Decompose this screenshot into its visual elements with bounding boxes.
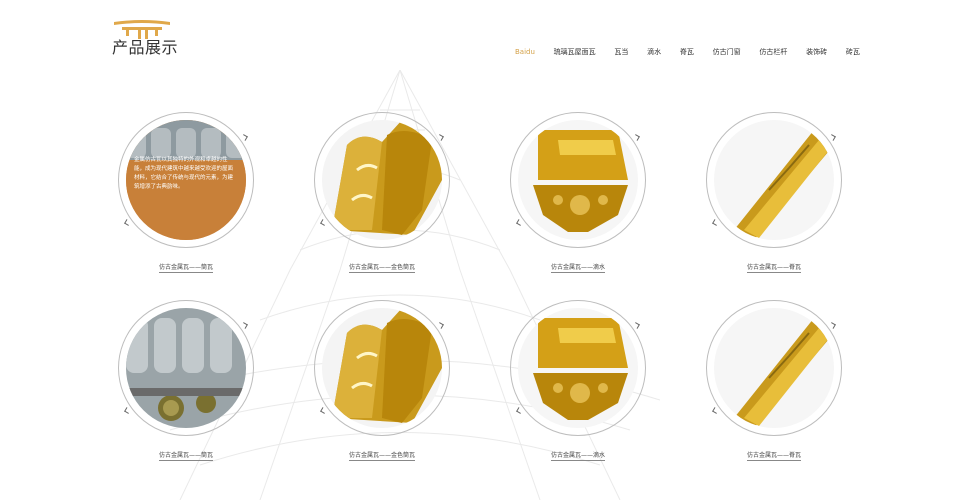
product-image-gold-ridge bbox=[714, 308, 834, 428]
product-card[interactable]: 仿古金属瓦——脊瓦 bbox=[694, 112, 854, 282]
product-card[interactable]: 金属仿古瓦以其独特的外观和卓越的性能，成为现代建筑中越来越受欢迎的屋面材料，它结… bbox=[106, 112, 266, 282]
product-card[interactable]: 仿古金属瓦——脊瓦 bbox=[694, 300, 854, 470]
main-nav: Baidu 琉璃瓦屋面瓦 瓦当 滴水 脊瓦 仿古门窗 仿古栏杆 装饰砖 砖瓦 bbox=[515, 45, 860, 59]
product-caption[interactable]: 仿古金属瓦——脊瓦 bbox=[694, 262, 854, 273]
nav-item-2[interactable]: 琉璃瓦屋面瓦 bbox=[554, 47, 596, 57]
nav-item-6[interactable]: 仿古门窗 bbox=[713, 47, 741, 57]
product-caption[interactable]: 仿古金属瓦——金色筒瓦 bbox=[302, 262, 462, 273]
product-card[interactable]: 仿古金属瓦——金色筒瓦 bbox=[302, 300, 462, 470]
product-image-tiles: 金属仿古瓦以其独特的外观和卓越的性能，成为现代建筑中越来越受欢迎的屋面材料，它结… bbox=[126, 120, 246, 240]
product-card[interactable]: 仿古金属瓦——滴水 bbox=[498, 112, 658, 282]
product-caption[interactable]: 仿古金属瓦——脊瓦 bbox=[694, 450, 854, 461]
product-image-gold-drip bbox=[518, 120, 638, 240]
product-card[interactable]: 仿古金属瓦——滴水 bbox=[498, 300, 658, 470]
product-description: 金属仿古瓦以其独特的外观和卓越的性能，成为现代建筑中越来越受欢迎的屋面材料，它结… bbox=[134, 157, 234, 190]
product-card[interactable]: 仿古金属瓦——金色筒瓦 bbox=[302, 112, 462, 282]
nav-item-5[interactable]: 脊瓦 bbox=[680, 47, 694, 57]
product-image-gold-tile bbox=[322, 308, 442, 428]
product-caption[interactable]: 仿古金属瓦——滴水 bbox=[498, 262, 658, 273]
nav-item-7[interactable]: 仿古栏杆 bbox=[759, 47, 787, 57]
nav-item-3[interactable]: 瓦当 bbox=[614, 47, 628, 57]
section-logo: 产品展示 bbox=[112, 18, 182, 63]
product-caption[interactable]: 仿古金属瓦——滴水 bbox=[498, 450, 658, 461]
product-caption[interactable]: 仿古金属瓦——筒瓦 bbox=[106, 450, 266, 461]
page-title: 产品展示 bbox=[112, 38, 179, 57]
product-image-gold-tile bbox=[322, 120, 442, 240]
product-image-gold-drip bbox=[518, 308, 638, 428]
product-caption[interactable]: 仿古金属瓦——金色筒瓦 bbox=[302, 450, 462, 461]
nav-item-1[interactable]: Baidu bbox=[515, 48, 535, 56]
product-caption[interactable]: 仿古金属瓦——筒瓦 bbox=[106, 262, 266, 273]
nav-item-4[interactable]: 滴水 bbox=[647, 47, 661, 57]
nav-item-9[interactable]: 砖瓦 bbox=[846, 47, 860, 57]
product-card[interactable]: 仿古金属瓦——筒瓦 bbox=[106, 300, 266, 470]
nav-item-8[interactable]: 装饰砖 bbox=[806, 47, 827, 57]
product-image-gold-ridge bbox=[714, 120, 834, 240]
product-image-tiles bbox=[126, 308, 246, 428]
roof-logo-icon bbox=[114, 20, 170, 39]
